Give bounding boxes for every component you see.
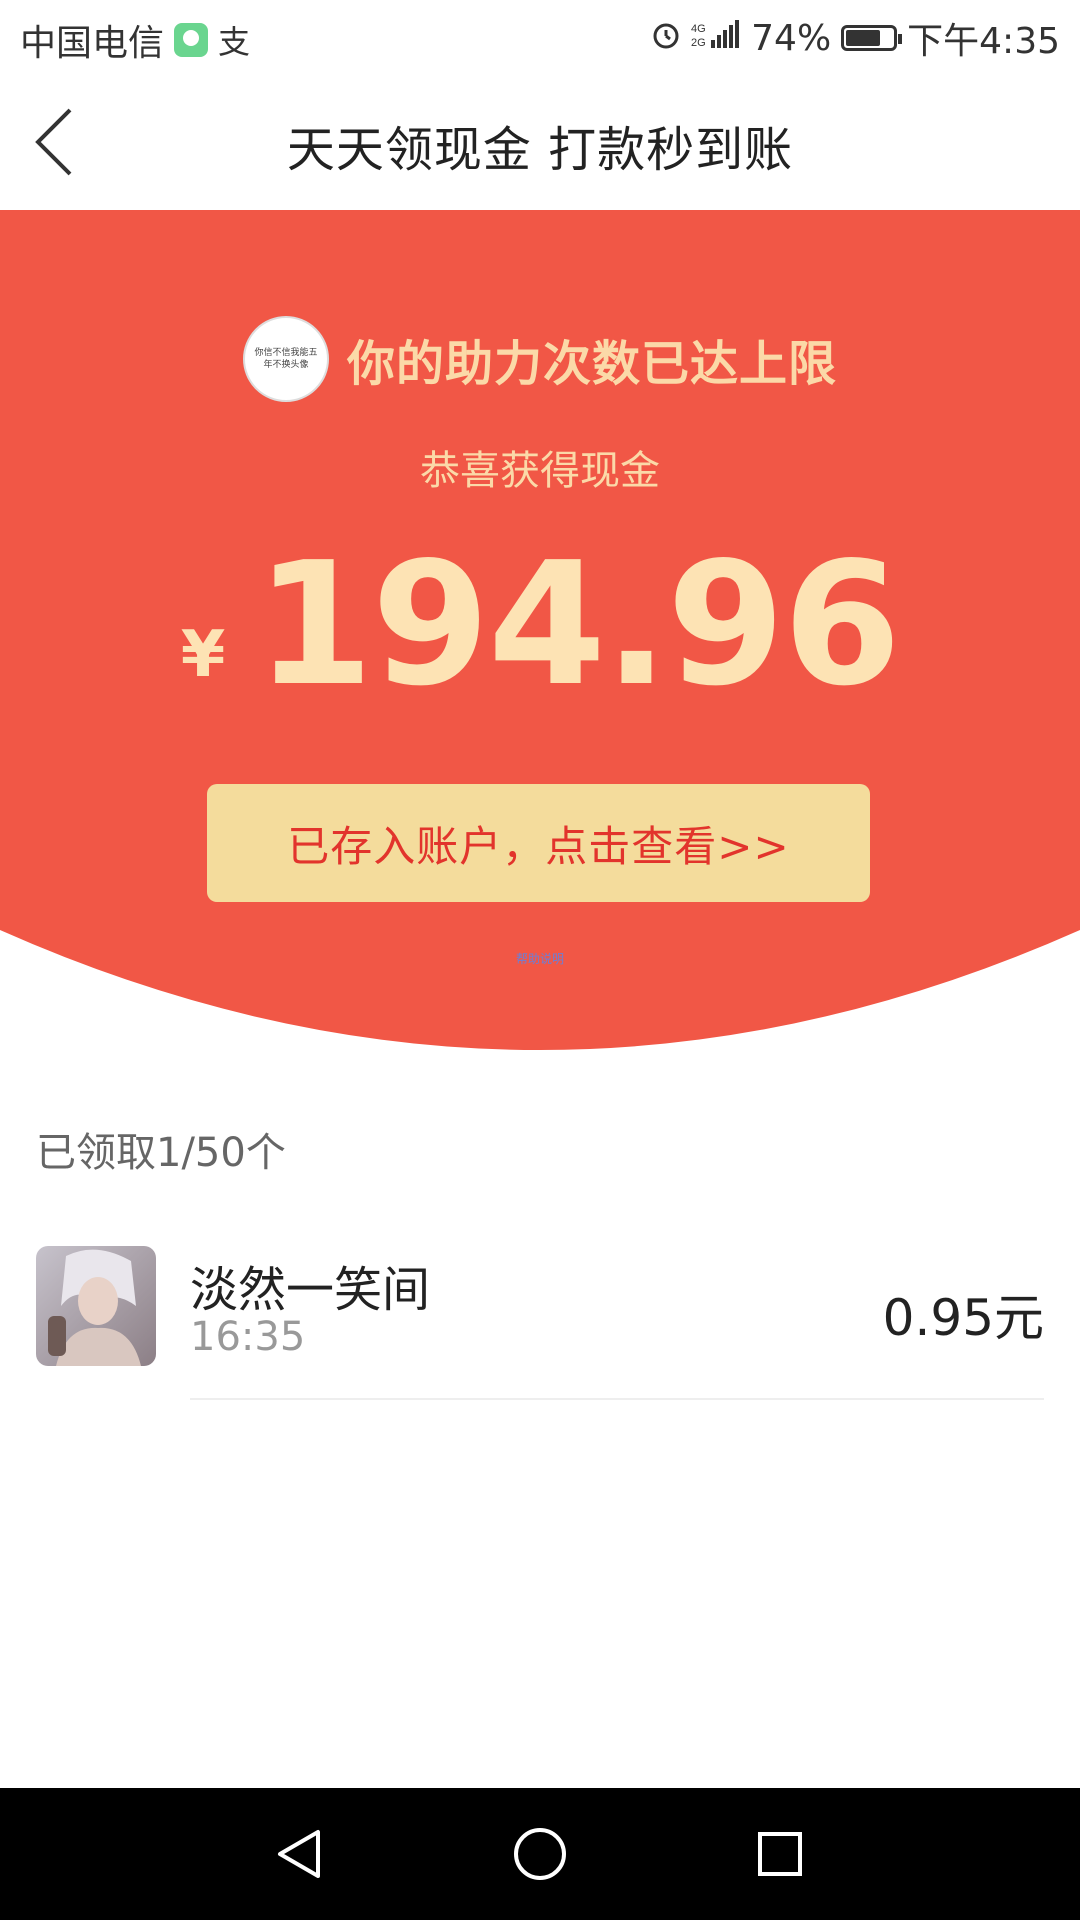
reward-panel: 你信不信我能五年不换头像 你的助力次数已达上限 恭喜获得现金 ¥ 194.96 …: [0, 210, 1080, 1050]
back-triangle-icon: [278, 1830, 320, 1878]
cash-amount: 194.96: [255, 526, 901, 724]
user-name: 淡然一笑间: [190, 1262, 431, 1318]
recents-square-icon: [758, 1832, 802, 1876]
home-circle-icon: [514, 1828, 566, 1880]
chat-app-icon: [174, 23, 209, 57]
claim-time: 16:35: [190, 1314, 306, 1360]
signal-icon: 4G 2G: [691, 18, 741, 59]
nav-home-button[interactable]: [508, 1822, 572, 1886]
nav-recents-button[interactable]: [748, 1822, 812, 1886]
nav-back-button[interactable]: [268, 1822, 332, 1886]
battery-cap: [898, 34, 903, 44]
carrier-label: 中国电信: [20, 23, 165, 64]
avatar: 你信不信我能五年不换头像: [242, 316, 329, 402]
user-avatar: [36, 1246, 156, 1366]
status-bar: 中国电信 支 4G 2G 74% 下午4:35: [0, 0, 1080, 72]
app-header: 天天领现金 打款秒到账: [0, 72, 1080, 210]
clock: 下午4:35: [907, 21, 1060, 62]
avatar-caption: 你信不信我能五年不换头像: [254, 348, 318, 370]
svg-text:2G: 2G: [691, 37, 706, 49]
helper-row: 你信不信我能五年不换头像 你的助力次数已达上限: [0, 316, 1080, 402]
battery-icon: [841, 25, 903, 51]
status-left: 中国电信 支: [20, 14, 250, 66]
claimed-count: 已领取1/50个: [36, 1130, 286, 1176]
battery-fill: [846, 30, 881, 46]
claim-amount: 0.95元: [882, 1289, 1044, 1347]
alipay-icon: 支: [218, 23, 251, 61]
screen: 中国电信 支 4G 2G 74% 下午4:35 天天领现金 打款秒到账 你信不信…: [0, 0, 1080, 1920]
congrats-text: 恭喜获得现金: [420, 448, 660, 494]
page-title: 天天领现金 打款秒到账: [286, 122, 794, 178]
help-link[interactable]: 帮助说明: [0, 950, 1080, 967]
row-divider: [190, 1398, 1044, 1400]
status-right: 4G 2G 74% 下午4:35: [651, 12, 1060, 64]
svg-text:4G: 4G: [691, 23, 706, 35]
nav-bar: [0, 1788, 1080, 1920]
battery-percent: 74%: [751, 17, 832, 59]
list-item[interactable]: 淡然一笑间 16:35 0.95元: [0, 1240, 1080, 1400]
helper-limit-title: 你的助力次数已达上限: [346, 336, 837, 392]
currency-symbol: ¥: [180, 618, 226, 692]
amount-row: ¥ 194.96: [0, 540, 1080, 710]
view-account-button[interactable]: 已存入账户，点击查看>>: [207, 784, 870, 902]
alarm-icon: [651, 18, 681, 59]
